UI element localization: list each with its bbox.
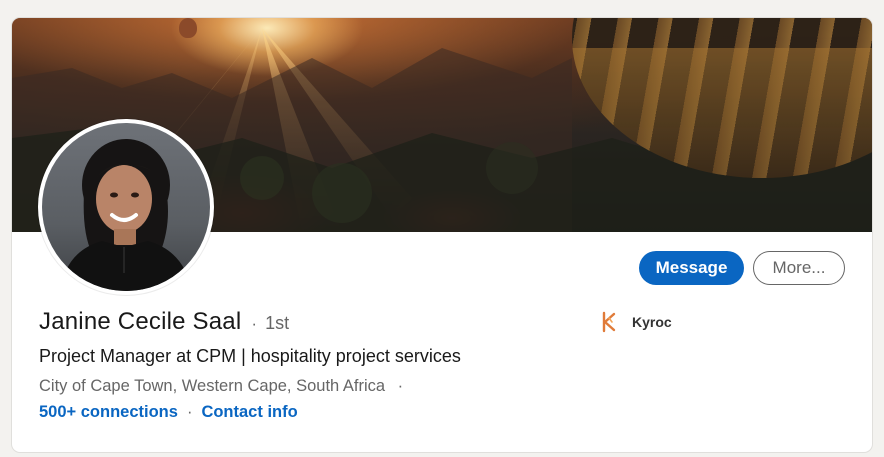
profile-name: Janine Cecile Saal bbox=[39, 308, 242, 335]
location-separator: · bbox=[397, 377, 404, 395]
balloon-band bbox=[572, 48, 872, 178]
location-text: City of Cape Town, Western Cape, South A… bbox=[39, 377, 386, 395]
hot-air-balloon-large bbox=[572, 18, 872, 178]
links-separator: · bbox=[186, 403, 193, 421]
profile-photo bbox=[60, 139, 192, 291]
name-row: Janine Cecile Saal · 1st bbox=[39, 308, 289, 336]
connections-link[interactable]: 500+ connections bbox=[39, 403, 178, 422]
connection-degree: 1st bbox=[265, 313, 290, 333]
hot-air-balloon-small bbox=[179, 18, 197, 38]
degree-separator: · bbox=[251, 314, 258, 333]
current-company[interactable]: Kyroc bbox=[600, 311, 672, 333]
company-name: Kyroc bbox=[632, 314, 672, 330]
profile-links: 500+ connections · Contact info bbox=[39, 403, 298, 422]
profile-card: Message More... Janine Cecile Saal · 1st… bbox=[12, 18, 872, 452]
more-button[interactable]: More... bbox=[753, 251, 845, 285]
profile-actions: Message More... bbox=[639, 251, 845, 285]
profile-location: City of Cape Town, Western Cape, South A… bbox=[39, 377, 403, 396]
message-button[interactable]: Message bbox=[639, 251, 744, 285]
kyroc-logo-icon bbox=[602, 311, 616, 333]
avatar-frame[interactable] bbox=[38, 119, 214, 295]
profile-headline: Project Manager at CPM | hospitality pro… bbox=[39, 346, 461, 366]
avatar[interactable] bbox=[42, 123, 210, 291]
contact-info-link[interactable]: Contact info bbox=[201, 403, 297, 422]
